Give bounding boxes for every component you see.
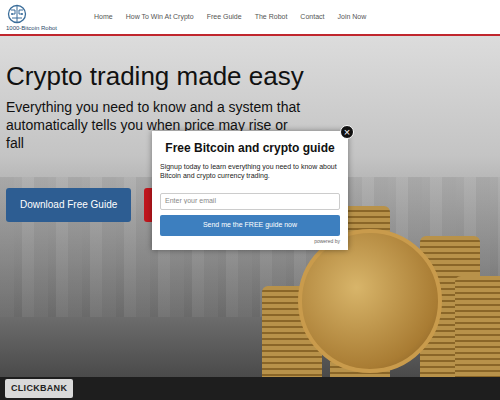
coin-stack	[455, 276, 500, 377]
download-guide-button[interactable]: Download Free Guide	[6, 188, 131, 222]
nav-link[interactable]: The Robot	[255, 12, 288, 23]
brain-circuit-icon	[6, 4, 28, 24]
popup-text: Signup today to learn everything you nee…	[160, 162, 340, 180]
clickbank-badge[interactable]: CLICKBANK	[5, 379, 73, 399]
signup-popup: ×Free Bitcoin and crypto guideSignup tod…	[152, 131, 348, 250]
email-input[interactable]	[160, 193, 340, 210]
nav-link[interactable]: Contact	[300, 12, 324, 23]
nav-link[interactable]: Free Guide	[207, 12, 242, 23]
site-header: 1000-Bitcoin Robot Home How To Win At Cryp…	[0, 0, 500, 36]
popup-title: Free Bitcoin and crypto guide	[160, 139, 340, 157]
close-button[interactable]: ×	[340, 125, 354, 139]
footer-strip: CLICKBANK	[0, 377, 500, 400]
hero-section: Crypto trading made easyEverything you n…	[0, 36, 500, 377]
nav-link[interactable]: Home	[94, 12, 113, 23]
submit-button[interactable]: Send me the FREE guide now	[160, 215, 340, 236]
bitcoin-coin	[298, 229, 442, 373]
logo-text: 1000-Bitcoin Robot	[6, 25, 76, 31]
main-nav: Home How To Win At Crypto Free Guide The Ro…	[94, 12, 366, 23]
powered-by: powered by	[160, 238, 340, 246]
nav-link[interactable]: How To Win At Crypto	[126, 12, 194, 23]
site-logo[interactable]: 1000-Bitcoin Robot	[6, 4, 76, 31]
nav-link[interactable]: Join Now	[337, 12, 366, 23]
hero-title: Crypto trading made easy	[6, 62, 494, 92]
